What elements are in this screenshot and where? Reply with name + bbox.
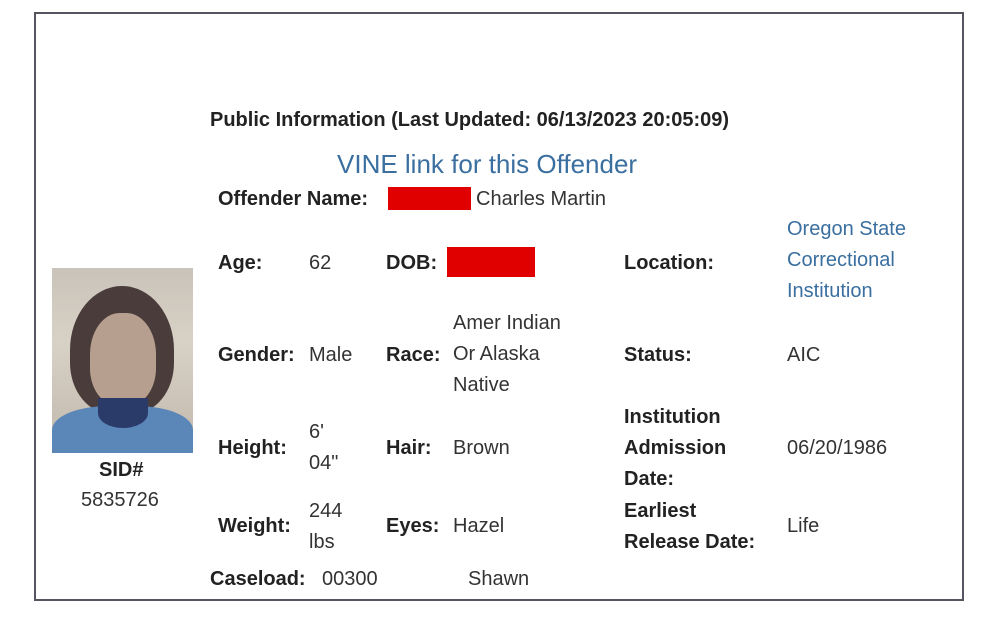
weight-line-2: lbs	[309, 531, 335, 553]
admission-date-label: Institution Admission Date:	[624, 402, 726, 495]
dob-label: DOB:	[386, 252, 438, 274]
location-line-3: Institution	[787, 280, 873, 302]
vine-link[interactable]: VINE link for this Offender	[337, 149, 637, 180]
race-label: Race:	[386, 344, 441, 366]
eyes-label: Eyes:	[386, 515, 440, 537]
location-line-2: Correctional	[787, 249, 895, 271]
offender-photo	[52, 268, 193, 453]
officer-name: Shawn	[468, 568, 530, 590]
admission-line-2: Admission	[624, 437, 727, 459]
status-label: Status:	[624, 344, 692, 366]
hair-label: Hair:	[386, 437, 432, 459]
gender-value: Male	[309, 344, 353, 366]
offender-name-label: Offender Name:	[218, 188, 369, 210]
location-label: Location:	[624, 252, 714, 274]
age-label: Age:	[218, 252, 263, 274]
weight-value: 244 lbs	[309, 496, 342, 558]
height-line-1: 6'	[309, 421, 324, 443]
gender-label: Gender:	[218, 344, 295, 366]
release-date-label: Earliest Release Date:	[624, 496, 755, 558]
hair-value: Brown	[453, 437, 510, 459]
weight-line-1: 244	[309, 500, 343, 522]
race-line-3: Native	[453, 374, 510, 396]
admission-date-value: 06/20/1986	[787, 437, 888, 459]
sid-label: SID#	[99, 459, 144, 481]
race-line-1: Amer Indian	[453, 312, 561, 334]
release-line-1: Earliest	[624, 500, 697, 522]
race-line-2: Or Alaska	[453, 343, 540, 365]
release-date-value: Life	[787, 515, 820, 537]
public-info-heading: Public Information (Last Updated: 06/13/…	[210, 109, 730, 131]
age-value: 62	[309, 252, 332, 274]
location-line-1: Oregon State	[787, 218, 906, 240]
caseload-label: Caseload:	[210, 568, 306, 590]
eyes-value: Hazel	[453, 515, 505, 537]
height-label: Height:	[218, 437, 287, 459]
caseload-value: 00300	[322, 568, 378, 590]
height-value: 6' 04"	[309, 417, 338, 479]
admission-line-3: Date:	[624, 468, 675, 490]
height-line-2: 04"	[309, 452, 339, 474]
redacted-first-name	[388, 187, 471, 210]
weight-label: Weight:	[218, 515, 291, 537]
status-value: AIC	[787, 344, 821, 366]
race-value: Amer Indian Or Alaska Native	[453, 308, 561, 401]
offender-name-value: Charles Martin	[476, 188, 607, 210]
release-line-2: Release Date:	[624, 531, 756, 553]
location-link[interactable]: Oregon State Correctional Institution	[787, 214, 906, 307]
admission-line-1: Institution	[624, 406, 721, 428]
redacted-dob	[447, 247, 535, 277]
sid-value: 5835726	[81, 489, 159, 511]
